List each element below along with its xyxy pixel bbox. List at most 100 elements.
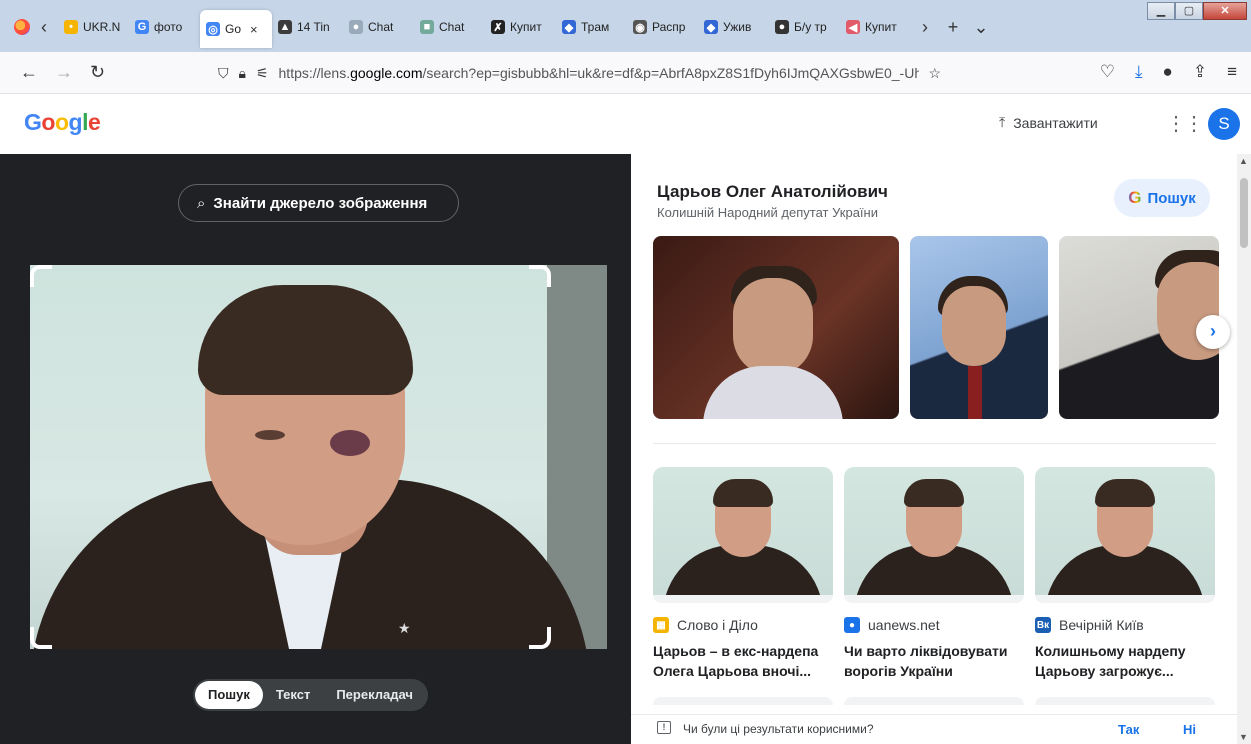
crop-handle-bottom-right[interactable] <box>529 627 551 649</box>
tab-strip: ‹ • UKR.N Gфото ◎ Go × ▲ 14 Tin ● Chat ■ Chat ✗ Купит… <box>0 6 995 48</box>
url-text[interactable]: https://lens.google.com/search?ep=gisbub… <box>279 65 919 81</box>
scroll-down-icon[interactable]: ▼ <box>1239 732 1248 742</box>
tab-close-icon[interactable]: × <box>250 22 258 37</box>
crop-handle-top-right[interactable] <box>529 265 551 287</box>
browser-tab[interactable]: ◉ Распр <box>627 10 698 44</box>
new-tab-button[interactable]: + <box>939 17 967 38</box>
result-thumbnail[interactable] <box>844 467 1024 595</box>
mode-translate[interactable]: Перекладач <box>323 681 426 709</box>
avatar[interactable]: S <box>1208 108 1240 140</box>
entity-image[interactable] <box>653 236 899 419</box>
query-image[interactable]: ★ <box>30 265 607 649</box>
tab-favicon-icon: ◆ <box>704 20 718 34</box>
tab-list-icon[interactable]: ⌄ <box>967 17 995 38</box>
browser-tab[interactable]: ● Chat <box>343 10 414 44</box>
feedback-bar: ! Чи були ці результати корисними? Так Н… <box>631 714 1251 744</box>
tab-label: Купит <box>865 20 897 34</box>
source-favicon-icon: Вк <box>1035 617 1051 633</box>
tab-favicon-icon: ◆ <box>562 20 576 34</box>
result-card[interactable]: ● uanews.net Чи варто ліквідовувати ворогів… <box>844 467 1024 681</box>
mode-search[interactable]: Пошук <box>195 681 263 709</box>
firefox-icon <box>14 19 30 35</box>
result-title[interactable]: Царьов – в екс-нардепа Олега Царьова вноч… <box>653 641 833 681</box>
browser-tab[interactable]: ◀ Купит <box>840 10 911 44</box>
navigation-bar: ← → ↻ ⛉ 🔒︎ ⚟ https://lens.google.com/sea… <box>0 52 1251 94</box>
tab-label: фото <box>154 20 183 34</box>
tab-favicon-icon: ◉ <box>633 20 647 34</box>
tab-favicon-icon: ■ <box>420 20 434 34</box>
entity-title[interactable]: Царьов Олег Анатолійович <box>657 182 888 202</box>
feedback-icon: ! <box>657 721 671 734</box>
crop-handle-bottom-left[interactable] <box>30 627 52 649</box>
browser-tab[interactable]: Gфото <box>129 10 200 44</box>
result-source: uanews.net <box>868 617 940 633</box>
result-card[interactable]: ▦ Слово і Діло Царьов – в екс-нардепа Олега… <box>653 467 833 681</box>
downloads-icon[interactable]: ⤓ <box>1135 62 1143 82</box>
result-title[interactable]: Чи варто ліквідовувати ворогів України <box>844 641 1024 681</box>
scroll-up-icon[interactable]: ▲ <box>1239 156 1248 166</box>
back-icon[interactable]: ← <box>20 62 38 83</box>
result-card-partial <box>1035 697 1215 705</box>
mode-text[interactable]: Текст <box>263 681 323 709</box>
tab-favicon-icon: ✗ <box>491 20 505 34</box>
tab-label: UKR.N <box>83 20 121 34</box>
browser-tab[interactable]: ● Б/у тр <box>769 10 840 44</box>
tab-label: Б/у тр <box>794 20 827 34</box>
source-favicon-icon: ▦ <box>653 617 669 633</box>
window-close-button[interactable]: ✕ <box>1203 2 1247 20</box>
pocket-icon[interactable]: ♡ <box>1100 62 1115 82</box>
shield-icon[interactable]: ⛉ <box>218 65 229 82</box>
result-card-partial <box>844 697 1024 705</box>
tab-scroll-right-icon[interactable]: › <box>911 17 939 38</box>
scrollbar-thumb[interactable] <box>1240 178 1248 248</box>
lock-icon[interactable]: 🔒︎ <box>239 65 246 82</box>
feedback-no-button[interactable]: Ні <box>1183 722 1196 737</box>
tab-label: Распр <box>652 20 686 34</box>
mode-switcher: Пошук Текст Перекладач <box>193 679 428 711</box>
result-title[interactable]: Колишньому нардепу Царьову загрожує... <box>1035 641 1215 681</box>
google-g-icon: G <box>1128 188 1142 207</box>
result-thumbnail[interactable] <box>1035 467 1215 595</box>
share-icon[interactable]: ⇪ <box>1193 62 1207 82</box>
results-pane: Царьов Олег Анатолійович Колишній Народн… <box>631 154 1251 744</box>
browser-tab-bar: ‹ • UKR.N Gфото ◎ Go × ▲ 14 Tin ● Chat ■ Chat ✗ Купит… <box>0 0 1251 52</box>
tab-favicon-icon: G <box>135 20 149 34</box>
scrollbar[interactable]: ▲ ▼ <box>1237 154 1251 744</box>
tab-label: Купит <box>510 20 542 34</box>
feedback-yes-button[interactable]: Так <box>1118 722 1139 737</box>
bookmark-star-icon[interactable]: ☆ <box>929 65 942 82</box>
browser-tab[interactable]: ◎ Go × <box>200 10 272 48</box>
crop-handle-top-left[interactable] <box>30 265 52 287</box>
entity-image[interactable] <box>1059 236 1219 419</box>
result-thumbnail[interactable] <box>653 467 833 595</box>
entity-search-button[interactable]: G Пошук <box>1114 179 1210 217</box>
tab-favicon-icon: ◀ <box>846 20 860 34</box>
tab-label: 14 Tin <box>297 20 330 34</box>
carousel-next-button[interactable]: › <box>1196 315 1230 349</box>
forward-icon[interactable]: → <box>55 62 73 83</box>
result-card-partial <box>653 697 833 705</box>
browser-tab[interactable]: ✗ Купит <box>485 10 556 44</box>
entity-image[interactable] <box>910 236 1048 419</box>
google-logo[interactable]: Google <box>24 109 101 136</box>
maximize-button[interactable]: ▢ <box>1175 2 1203 20</box>
lens-search-icon: ⌕ <box>197 194 206 212</box>
tab-favicon-icon: ● <box>775 20 789 34</box>
result-card[interactable]: Вк Вечірній Київ Колишньому нардепу Царьову… <box>1035 467 1215 681</box>
browser-tab[interactable]: ■ Chat <box>414 10 485 44</box>
browser-tab[interactable]: • UKR.N <box>58 10 129 44</box>
find-source-button[interactable]: ⌕ Знайти джерело зображення <box>178 184 459 222</box>
tab-scroll-left-icon[interactable]: ‹ <box>30 17 58 38</box>
menu-icon[interactable]: ≡ <box>1227 62 1237 82</box>
window-controls: ▁ ▢ ✕ <box>1147 2 1247 20</box>
upload-button[interactable]: ⤒ Завантажити <box>999 114 1098 131</box>
minimize-button[interactable]: ▁ <box>1147 2 1175 20</box>
browser-tab[interactable]: ◆ Ужив <box>698 10 769 44</box>
permissions-icon[interactable]: ⚟ <box>256 65 269 82</box>
find-source-label: Знайти джерело зображення <box>213 194 428 212</box>
reload-icon[interactable]: ↻ <box>90 62 105 83</box>
browser-tab[interactable]: ◆ Трам <box>556 10 627 44</box>
browser-tab[interactable]: ▲ 14 Tin <box>272 10 343 44</box>
extension-icon[interactable]: ● <box>1163 62 1173 82</box>
address-bar[interactable]: ⛉ 🔒︎ ⚟ https://lens.google.com/search?ep… <box>210 57 980 89</box>
